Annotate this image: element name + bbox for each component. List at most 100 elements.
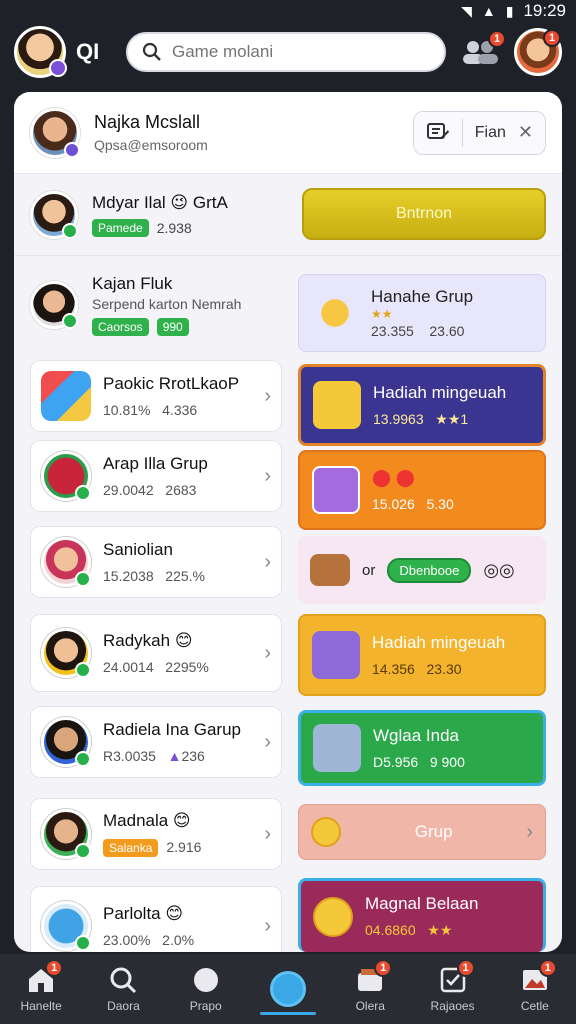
ticket-icon [312, 631, 360, 679]
featured-action-button[interactable]: Bntrnon [302, 188, 546, 240]
promo-card[interactable]: or Dbenbooe ◎◎ [298, 536, 546, 604]
item-stat: 10.81% [103, 402, 151, 418]
list-item[interactable]: Saniolian 15.2038 225.% › [30, 526, 282, 598]
blocks-icon [41, 371, 91, 421]
card-title: Hanahe Grup [371, 287, 474, 306]
list-item[interactable]: Paokic RrotLkaoP 10.81% 4.336 › [30, 360, 282, 432]
list-item[interactable]: Radykah 😊 24.0014 2295% › [30, 614, 282, 692]
list-item[interactable]: Arap Illa Grup 29.0042 2683 › [30, 440, 282, 512]
nav-tasks[interactable]: 1 Rajaoes [417, 959, 489, 1013]
user-name: Kajan Fluk [92, 274, 173, 293]
chevron-right-icon: › [264, 550, 271, 573]
status-tag: Pamede [92, 218, 149, 237]
item-stat: 4.336 [162, 402, 198, 418]
group-button[interactable]: 1 [456, 30, 506, 72]
compass-icon [193, 968, 218, 992]
search-input[interactable] [172, 42, 392, 62]
item-stat: 2683 [165, 482, 197, 498]
verified-icon [75, 751, 91, 767]
avatar [41, 809, 91, 859]
profile-avatar[interactable]: 1 [514, 28, 562, 76]
search-bar[interactable] [126, 32, 446, 72]
nav-gallery[interactable]: 1 Cetle [499, 959, 571, 1013]
nav-search[interactable]: Daora [87, 965, 159, 1013]
card-value: 23.30 [426, 661, 462, 677]
hadiah-card[interactable]: Hadiah mingeuah 13.9963 ★★1 [298, 364, 546, 446]
user-name: Mdyar Ilal 😉 GrtA [92, 192, 228, 212]
card-title: Wglaa Inda [373, 726, 459, 745]
tablet-icon [312, 466, 360, 514]
signal-icon: ▲ [481, 3, 496, 19]
verified-icon [64, 141, 80, 158]
wglaa-card[interactable]: Wglaa Inda D5.956 9 900 [298, 710, 546, 786]
card-title: or [362, 561, 376, 579]
verified-icon [75, 571, 91, 587]
hadiah-card[interactable]: Hadiah mingeuah 14.356 23.30 [298, 614, 546, 696]
item-stat: 29.0042 [103, 482, 154, 498]
card-title: Hadiah mingeuah [372, 633, 506, 652]
verified-icon [62, 313, 78, 329]
bird-logo-icon [41, 901, 91, 951]
top-bar: QI 1 1 [0, 24, 576, 80]
shield-icon [313, 724, 361, 772]
avatar [41, 537, 91, 587]
trophy-icon [311, 289, 359, 337]
fian-filter[interactable]: Fian ✕ [412, 110, 546, 155]
item-stat: 2.916 [166, 839, 202, 855]
nav-home[interactable]: 1 Hanelte [5, 959, 77, 1013]
card-value: 15.026 [372, 496, 415, 512]
chevron-right-icon: › [264, 822, 271, 845]
verified-icon [75, 485, 91, 501]
main-panel: Najka Mcslall Qpsa@emsoroom Fian ✕ Mdyar… [14, 92, 562, 952]
item-stat: R3.0035 [103, 748, 156, 764]
verified-icon [75, 662, 91, 678]
item-title: Saniolian [103, 540, 173, 559]
verified-icon [62, 222, 78, 239]
divider [461, 118, 463, 147]
coin-icon [311, 817, 341, 847]
featured-row-1[interactable]: Mdyar Ilal 😉 GrtA Pamede 2.938 Bntrnon [14, 174, 562, 256]
nav-center-action[interactable] [252, 971, 324, 1015]
chat-edit-icon [426, 122, 449, 139]
profile-email: Qpsa@emsoroom [94, 137, 208, 153]
verified-icon [75, 843, 91, 859]
value-tag: 990 [156, 318, 189, 336]
card-title: Hadiah mingeuah [373, 382, 507, 402]
card-value: ★★1 [435, 410, 469, 427]
card-value: 5.30 [426, 496, 454, 512]
avatar [41, 628, 91, 678]
nav-label: Cetle [520, 999, 549, 1013]
glasses-icon: ◎◎ [483, 559, 515, 580]
item-stat: 24.0014 [103, 659, 154, 675]
item-stat: 236 [181, 748, 205, 764]
profile-notification-badge: 1 [543, 29, 561, 47]
hadiah-card[interactable]: ⬤ ⬤ 15.026 5.30 [298, 450, 546, 530]
qi-label[interactable]: QI [76, 39, 116, 65]
list-item[interactable]: Madnala 😊 Salanka 2.916 › [30, 798, 282, 870]
chevron-right-icon: › [264, 464, 271, 487]
nav-explore[interactable]: Prapo [170, 965, 242, 1013]
nav-label: Olera [355, 999, 385, 1013]
rating-stars: ★★ [371, 307, 393, 321]
grup-card[interactable]: Grup › [298, 804, 546, 860]
status-pill: Dbenbooe [387, 557, 472, 583]
status-time: 19:29 [523, 1, 566, 20]
chevron-right-icon: › [264, 641, 271, 664]
avatar [30, 190, 78, 239]
user-avatar[interactable] [14, 26, 67, 78]
hadiah-grup-card[interactable]: Hanahe Grup ★★ 23.355 23.60 [298, 274, 546, 352]
list-item[interactable]: Parlolta 😊 23.00% 2.0% › [30, 886, 282, 952]
close-icon[interactable]: ✕ [518, 122, 533, 143]
nav-label: Daora [107, 999, 140, 1013]
status-bar: ◥ ▲ ▮ 19:29 [0, 0, 576, 22]
card-title: Grup [414, 822, 453, 841]
magnal-card[interactable]: Magnal Belaan 04.6860 ★★ [298, 878, 546, 952]
profile-photo[interactable] [30, 107, 80, 158]
list-item[interactable]: Radiela Ina Garup R3.0035 ▲236 › [30, 706, 282, 778]
search-icon [110, 967, 137, 994]
nav-store[interactable]: 1 Olera [334, 959, 406, 1013]
gift-icon [313, 381, 361, 429]
profile-header: Najka Mcslall Qpsa@emsoroom Fian ✕ [14, 92, 562, 174]
bottom-nav: 1 Hanelte Daora Prapo 1 Olera 1 Rajaoes … [0, 954, 576, 1024]
item-stat: 15.2038 [103, 568, 154, 584]
